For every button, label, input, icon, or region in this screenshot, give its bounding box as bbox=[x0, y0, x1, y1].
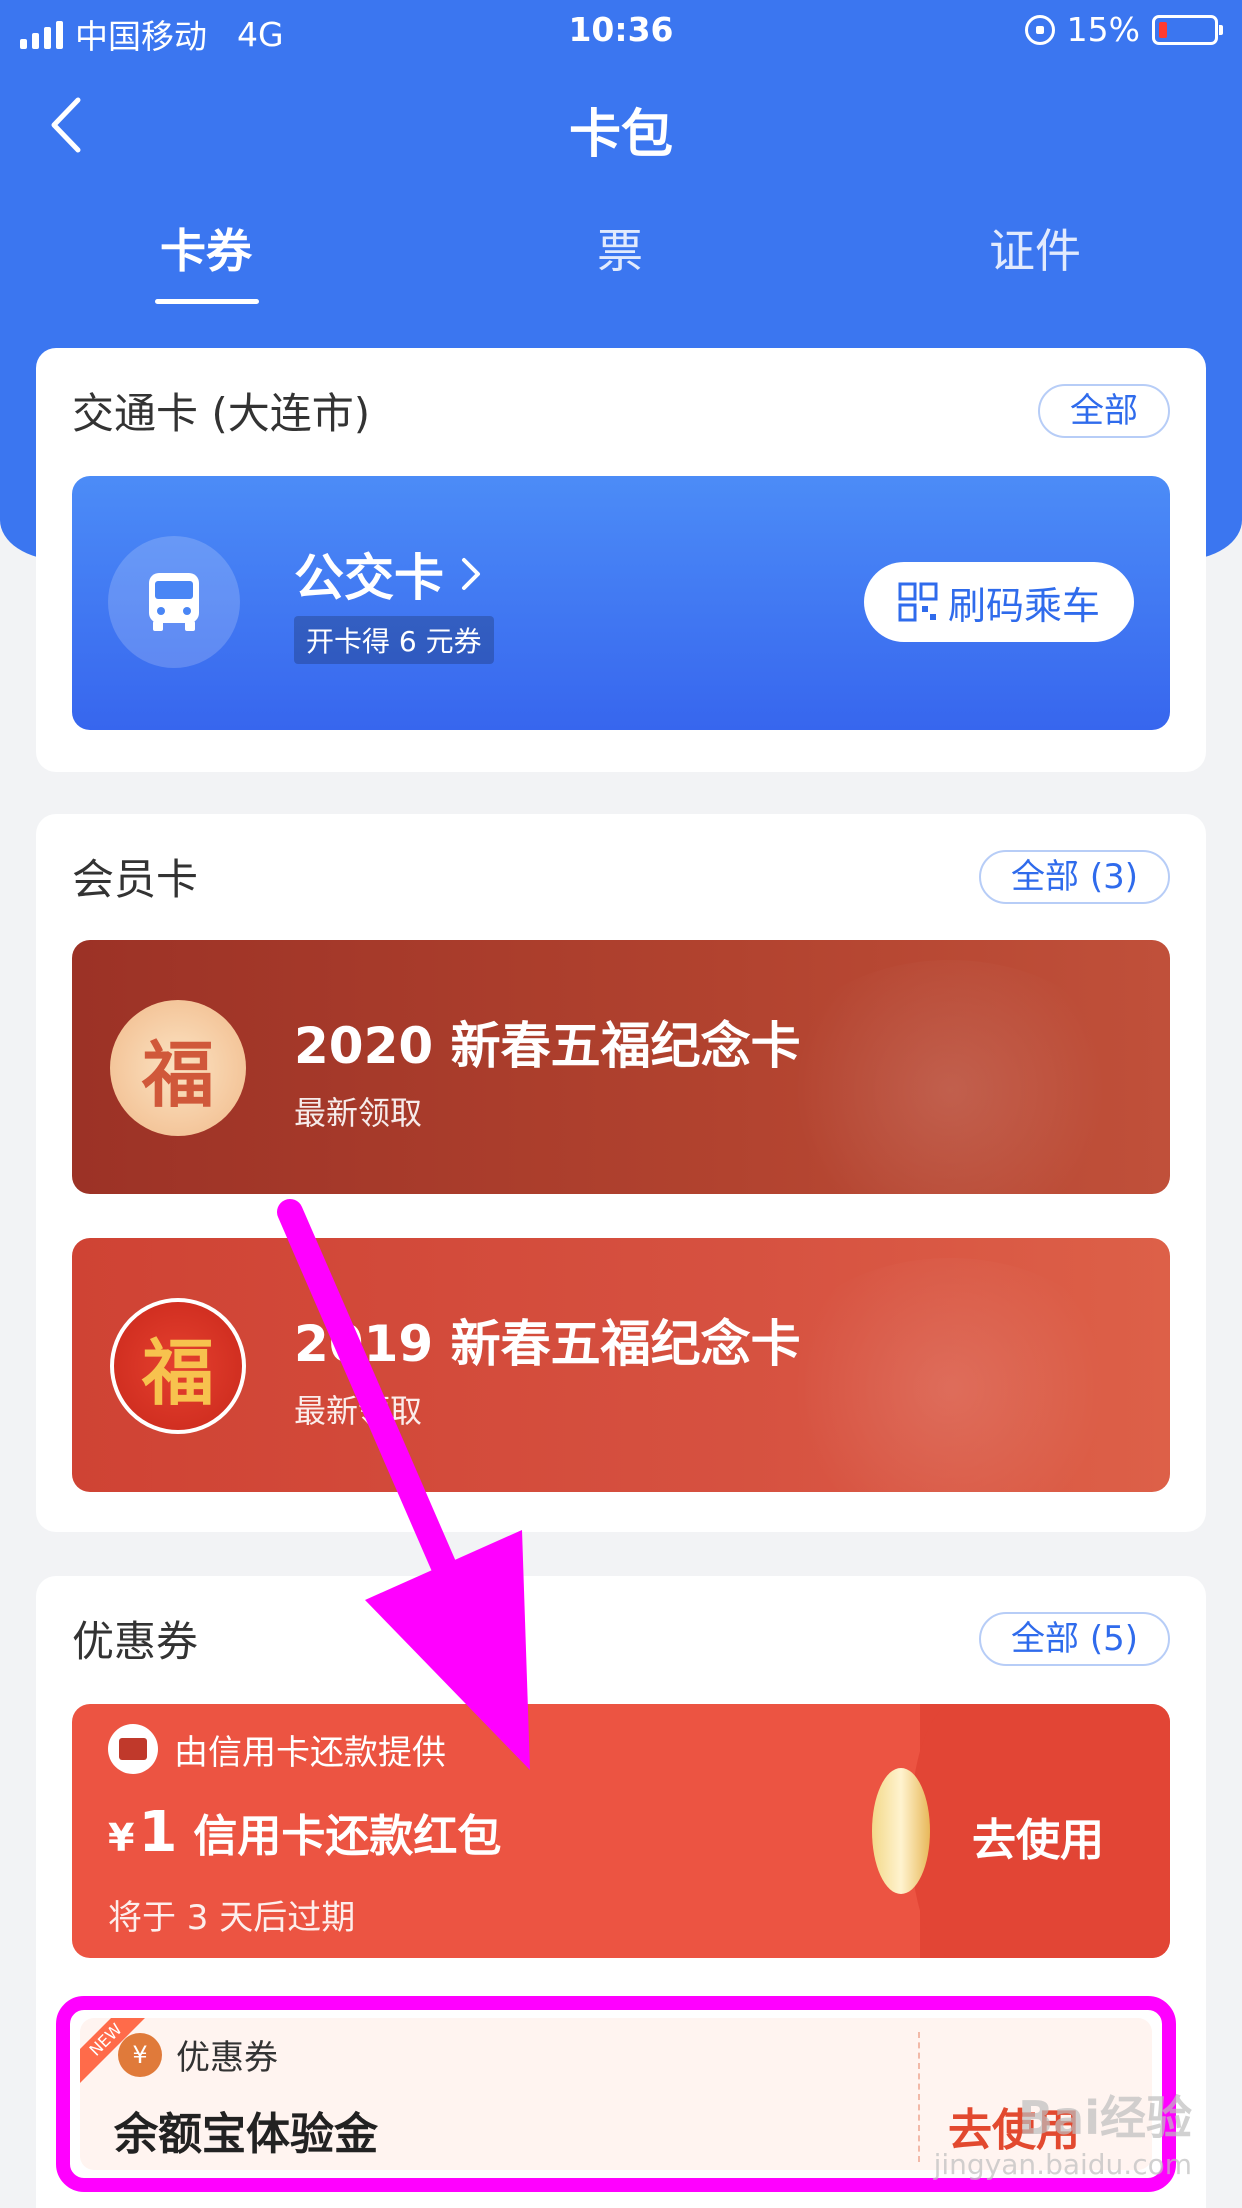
transit-section-title: 交通卡 (大连市) bbox=[72, 389, 371, 438]
watermark: Bai经验 jingyan.baidu.com bbox=[934, 2082, 1192, 2181]
watermark-text: Bai经验 bbox=[1018, 2091, 1192, 2145]
bus-icon-wrap bbox=[108, 536, 240, 668]
credit-card-icon bbox=[108, 1724, 158, 1774]
scan-ride-label: 刷码乘车 bbox=[947, 583, 1100, 628]
membership-card-sub: 最新领取 bbox=[294, 1392, 423, 1430]
transit-section: 交通卡 (大连市) 全部 公交卡 开卡得 6 元券 刷码乘车 bbox=[36, 348, 1206, 772]
membership-all-button[interactable]: 全部 (3) bbox=[979, 850, 1170, 904]
bus-card-label: 公交卡 bbox=[294, 549, 444, 607]
membership-card-2020[interactable]: 福 2020 新春五福纪念卡 最新领取 bbox=[72, 940, 1170, 1194]
tab-tickets[interactable]: 票 bbox=[520, 215, 720, 281]
status-right: 15% bbox=[1024, 10, 1223, 49]
tab-coupons[interactable]: 卡券 bbox=[106, 215, 306, 281]
transit-all-button[interactable]: 全部 bbox=[1038, 384, 1170, 438]
card-decoration bbox=[770, 1258, 1130, 1492]
scan-ride-button[interactable]: 刷码乘车 bbox=[863, 562, 1134, 642]
fu-logo-icon: 福 bbox=[110, 1298, 246, 1434]
yeb-coupon-name: 余额宝体验金 bbox=[114, 2109, 378, 2160]
watermark-url: jingyan.baidu.com bbox=[933, 2148, 1192, 2181]
page-title: 卡包 bbox=[568, 105, 673, 165]
money-bag-icon: ¥ bbox=[118, 2032, 162, 2077]
coupon-use-button[interactable]: 去使用 bbox=[972, 1804, 1104, 1868]
bus-card-name[interactable]: 公交卡 bbox=[294, 538, 484, 610]
membership-section: 会员卡 全部 (3) 福 2020 新春五福纪念卡 最新领取 福 2019 新春… bbox=[36, 814, 1206, 1532]
qr-code-icon bbox=[898, 582, 938, 622]
coupon-value: 1 bbox=[138, 1800, 178, 1865]
credit-card-coupon[interactable]: 由信用卡还款提供 ¥ 1 信用卡还款红包 将于 3 天后过期 去使用 bbox=[72, 1704, 1170, 1958]
status-bar: 中国移动 4G 10:36 15% bbox=[0, 0, 1242, 62]
membership-card-name: 2019 新春五福纪念卡 bbox=[294, 1315, 801, 1373]
yeb-coupon-header: ¥ 优惠券 bbox=[118, 2030, 278, 2079]
coupon-amount: ¥ 1 信用卡还款红包 bbox=[108, 1800, 501, 1865]
rotation-lock-icon bbox=[1024, 14, 1055, 45]
battery-icon bbox=[1152, 14, 1223, 45]
fu-logo-icon: 福 bbox=[110, 1000, 246, 1136]
coupons-section-title: 优惠券 bbox=[72, 1617, 199, 1666]
bus-card[interactable]: 公交卡 开卡得 6 元券 刷码乘车 bbox=[72, 476, 1170, 730]
bus-icon bbox=[149, 573, 199, 631]
coin-icon bbox=[872, 1768, 930, 1894]
coupon-name: 信用卡还款红包 bbox=[193, 1811, 502, 1862]
coupon-provider-label: 由信用卡还款提供 bbox=[174, 1732, 446, 1773]
membership-card-2019[interactable]: 福 2019 新春五福纪念卡 最新领取 bbox=[72, 1238, 1170, 1492]
tab-active-indicator bbox=[155, 299, 259, 304]
card-decoration bbox=[770, 960, 1130, 1194]
coupon-currency: ¥ bbox=[108, 1816, 135, 1860]
coupons-all-button[interactable]: 全部 (5) bbox=[979, 1612, 1170, 1666]
bus-card-tag: 开卡得 6 元券 bbox=[294, 616, 494, 664]
membership-section-title: 会员卡 bbox=[72, 855, 199, 904]
coupon-divider bbox=[918, 2032, 920, 2162]
membership-card-name: 2020 新春五福纪念卡 bbox=[294, 1017, 801, 1075]
tab-bar: 卡券 票 证件 bbox=[0, 215, 1242, 315]
nav-bar: 卡包 bbox=[0, 80, 1242, 170]
battery-percent: 15% bbox=[1066, 10, 1140, 49]
yeb-type-label: 优惠券 bbox=[176, 2038, 278, 2078]
tab-documents[interactable]: 证件 bbox=[935, 215, 1135, 281]
coupon-expire: 将于 3 天后过期 bbox=[108, 1898, 356, 1938]
chevron-right-icon bbox=[462, 558, 480, 590]
coupon-provider: 由信用卡还款提供 bbox=[108, 1724, 446, 1774]
membership-card-sub: 最新领取 bbox=[294, 1094, 423, 1132]
